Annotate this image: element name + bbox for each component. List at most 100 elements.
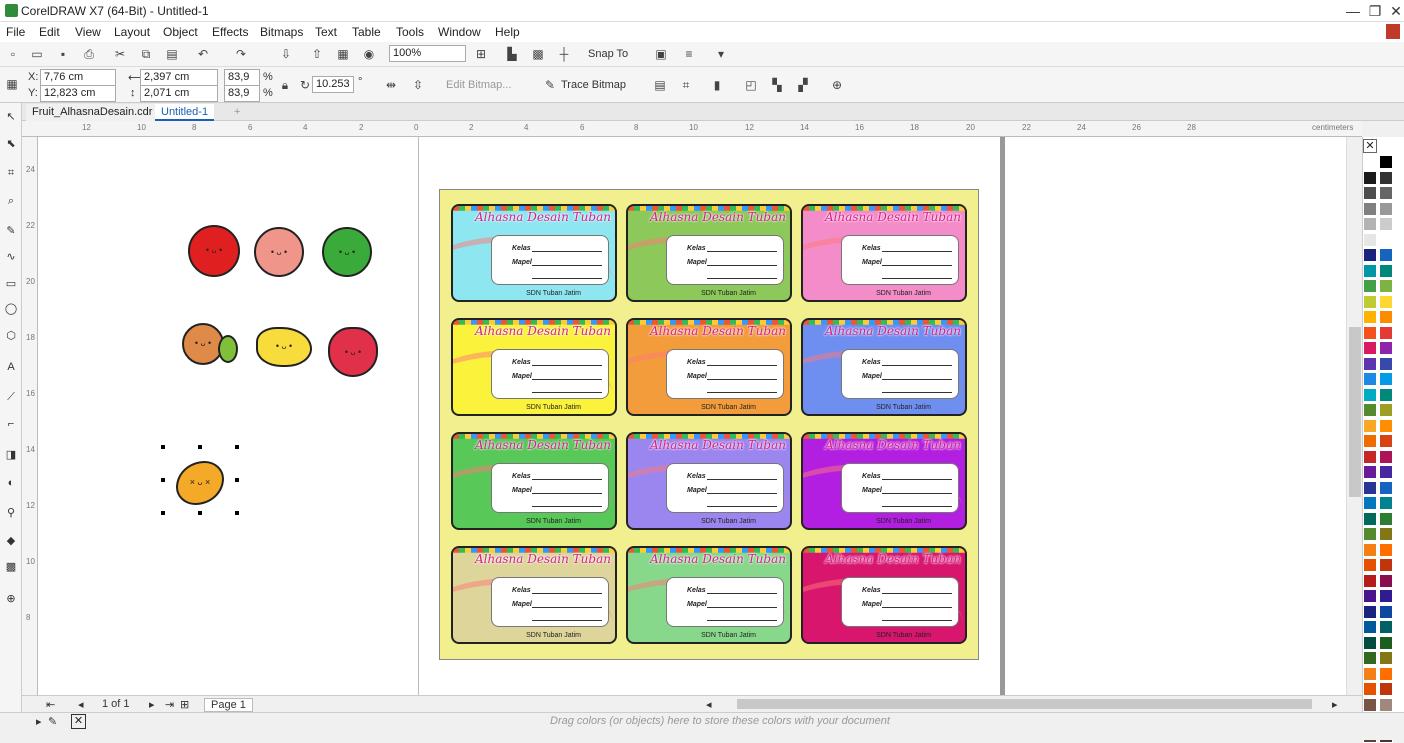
color-swatch[interactable] <box>1379 387 1393 402</box>
strawberry-sticker[interactable]: • ᴗ • <box>328 327 378 377</box>
color-swatch[interactable] <box>1363 217 1377 231</box>
color-swatch[interactable] <box>1379 325 1393 340</box>
new-tab-icon[interactable]: + <box>228 104 246 121</box>
color-swatch[interactable] <box>1379 666 1393 681</box>
color-swatch[interactable] <box>1363 666 1377 681</box>
color-swatch[interactable] <box>1363 604 1377 619</box>
color-swatch[interactable] <box>1379 155 1393 169</box>
color-swatch[interactable] <box>1363 527 1377 541</box>
add-tool-icon[interactable]: ⊕ <box>3 591 19 607</box>
color-swatch[interactable] <box>1363 496 1377 510</box>
color-swatch[interactable] <box>1379 217 1393 231</box>
menu-bitmaps[interactable]: Bitmaps <box>260 25 303 39</box>
banana-sticker[interactable]: • ᴗ • <box>256 327 312 367</box>
label-sheet[interactable]: Alhasna Desain Tuban Kelas Mapel SDN Tuban … <box>439 189 979 660</box>
ellipse-tool-icon[interactable]: ◯ <box>3 301 19 317</box>
height-input[interactable]: 2,071 cm <box>140 85 218 102</box>
minimize-icon[interactable]: — <box>1344 2 1362 20</box>
tab-fruit-file[interactable]: Fruit_AlhasnaDesain.cdr <box>26 104 159 121</box>
color-swatch[interactable] <box>1363 589 1377 603</box>
color-swatch[interactable] <box>1379 372 1393 386</box>
color-swatch[interactable] <box>1363 325 1377 340</box>
artistic-media-icon[interactable]: ∿ <box>3 249 19 265</box>
x-position-input[interactable]: 7,76 cm <box>40 69 116 86</box>
lock-ratio-icon[interactable]: 🔒︎ <box>276 76 294 94</box>
color-swatch[interactable] <box>1379 480 1393 495</box>
color-swatch[interactable] <box>1363 573 1377 588</box>
zoom-tool-icon[interactable]: ⌕ <box>3 193 19 209</box>
shape-tool-icon[interactable]: ⬉ <box>3 136 19 152</box>
edit-bitmap-button[interactable]: Edit Bitmap... <box>446 79 511 91</box>
tab-untitled[interactable]: Untitled-1 <box>155 104 215 121</box>
menu-effects[interactable]: Effects <box>212 25 248 39</box>
color-swatch[interactable] <box>1363 558 1377 572</box>
color-swatch[interactable] <box>1363 697 1377 712</box>
application-launcher-icon[interactable]: ▦ <box>334 45 352 63</box>
color-swatch[interactable] <box>1379 527 1393 541</box>
scale-x-input[interactable]: 83,9 <box>224 69 260 86</box>
color-swatch[interactable] <box>1363 542 1377 557</box>
watermelon-sticker[interactable]: • ᴗ • <box>322 227 372 277</box>
copy-icon[interactable]: ⧉ <box>137 45 155 63</box>
y-position-input[interactable]: 12,823 cm <box>40 85 116 102</box>
color-swatch[interactable] <box>1363 403 1377 417</box>
color-swatch[interactable] <box>1363 480 1377 495</box>
color-swatch[interactable] <box>1379 232 1393 247</box>
selection-handles[interactable] <box>161 445 239 515</box>
smart-fill-icon[interactable]: ▩ <box>3 559 19 575</box>
next-page-icon[interactable]: ▸ <box>149 698 155 711</box>
color-swatch[interactable] <box>1379 604 1393 619</box>
pattern-icon[interactable]: ▞ <box>794 76 812 94</box>
color-swatch[interactable] <box>1363 155 1377 169</box>
export-icon[interactable]: ⇧ <box>308 45 326 63</box>
color-swatch[interactable] <box>1363 186 1377 200</box>
hyperlink-icon[interactable]: ◰ <box>742 76 760 94</box>
label-card[interactable]: Alhasna Desain Tuban Kelas Mapel SDN Tuban … <box>626 432 792 530</box>
print-icon[interactable]: ⎙ <box>80 45 98 63</box>
color-swatch[interactable] <box>1363 232 1377 247</box>
color-swatch[interactable] <box>1379 170 1393 185</box>
kiwi-slice[interactable] <box>218 335 238 363</box>
color-swatch[interactable] <box>1363 248 1377 262</box>
show-rulers-icon[interactable]: ▙ <box>503 45 521 63</box>
color-swatch[interactable] <box>1379 697 1393 712</box>
no-color-icon[interactable]: ✕ <box>1363 139 1377 153</box>
eyedropper-icon[interactable]: ⚲ <box>3 505 19 521</box>
trace-bitmap-button[interactable]: Trace Bitmap <box>561 79 626 91</box>
color-swatch[interactable] <box>1363 263 1377 278</box>
color-swatch[interactable] <box>1363 279 1377 293</box>
label-card[interactable]: Alhasna Desain Tuban Kelas Mapel SDN Tuban … <box>801 432 967 530</box>
mirror-vertical-icon[interactable]: ⇳ <box>409 76 427 94</box>
pick-tool-icon[interactable]: ↖ <box>3 109 19 125</box>
color-swatch[interactable] <box>1379 682 1393 696</box>
previous-page-icon[interactable]: ◂ <box>78 698 84 711</box>
parallel-dimension-icon[interactable]: ⟋ <box>3 389 19 405</box>
eyedropper-icon[interactable]: ✎ <box>48 715 57 728</box>
vertical-scroll-thumb[interactable] <box>1349 327 1361 497</box>
color-swatch[interactable] <box>1363 387 1377 402</box>
menu-help[interactable]: Help <box>495 25 520 39</box>
no-fill-swatch[interactable]: ✕ <box>71 714 86 729</box>
color-swatch[interactable] <box>1379 201 1393 216</box>
color-swatch[interactable] <box>1379 620 1393 634</box>
label-card[interactable]: Alhasna Desain Tuban Kelas Mapel SDN Tuban … <box>451 432 617 530</box>
color-swatch[interactable] <box>1379 651 1393 665</box>
scale-y-input[interactable]: 83,9 <box>224 85 260 102</box>
wrap-text-icon[interactable]: ▚ <box>768 76 786 94</box>
color-swatch[interactable] <box>1379 248 1393 262</box>
color-swatch[interactable] <box>1363 294 1377 309</box>
label-card[interactable]: Alhasna Desain Tuban Kelas Mapel SDN Tuban … <box>801 204 967 302</box>
color-swatch[interactable] <box>1379 635 1393 650</box>
color-swatch[interactable] <box>1379 449 1393 464</box>
scroll-right-icon[interactable]: ▸ <box>1332 698 1338 711</box>
paste-icon[interactable]: ▤ <box>163 45 181 63</box>
color-swatch[interactable] <box>1363 356 1377 371</box>
freehand-tool-icon[interactable]: ✎ <box>3 223 19 239</box>
color-swatch[interactable] <box>1379 434 1393 448</box>
color-swatch[interactable] <box>1363 434 1377 448</box>
options-icon[interactable]: ≡ <box>680 45 698 63</box>
color-swatch[interactable] <box>1379 294 1393 309</box>
color-swatch[interactable] <box>1379 496 1393 510</box>
menu-text[interactable]: Text <box>315 25 337 39</box>
color-swatch[interactable] <box>1379 356 1393 371</box>
